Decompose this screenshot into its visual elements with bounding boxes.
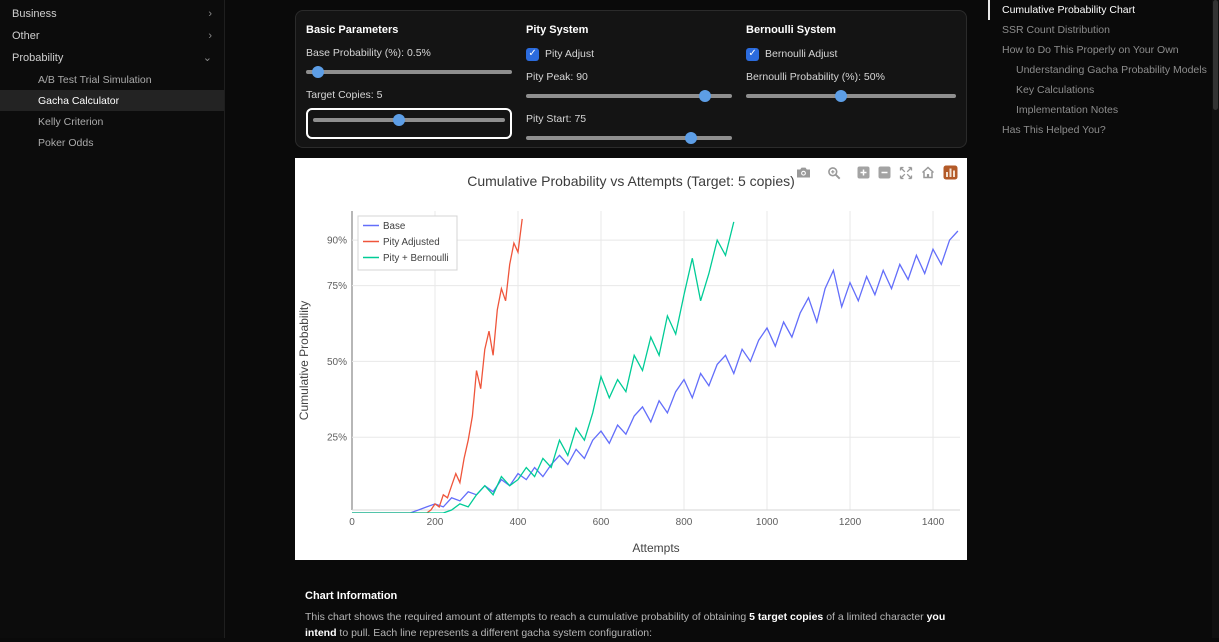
page-scrollbar[interactable] <box>1212 0 1219 638</box>
sidebar-item-ab-test-trial-simulation[interactable]: A/B Test Trial Simulation <box>0 69 224 90</box>
slider-thumb[interactable] <box>393 114 406 126</box>
app-root: Business › Other › Probability ⌄ A/B Tes… <box>0 0 1219 639</box>
camera-icon[interactable] <box>795 165 812 180</box>
svg-text:50%: 50% <box>327 357 347 368</box>
svg-text:Cumulative Probability vs Atte: Cumulative Probability vs Attempts (Targ… <box>467 173 795 189</box>
chart-information-text: This chart shows the required amount of … <box>305 609 955 642</box>
slider-track[interactable] <box>306 70 513 74</box>
toc-item-has-this-helped-you[interactable]: Has This Helped You? <box>988 120 1212 140</box>
pity-start-slider[interactable] <box>526 132 733 144</box>
pity-adjust-checkbox[interactable]: ✓ <box>526 47 540 61</box>
sidebar-item-poker-odds[interactable]: Poker Odds <box>0 132 224 153</box>
svg-text:Pity + Bernoulli: Pity + Bernoulli <box>383 253 449 264</box>
svg-text:25%: 25% <box>327 433 347 444</box>
base-probability-slider[interactable] <box>306 66 513 78</box>
svg-text:Pity Adjusted: Pity Adjusted <box>383 237 440 248</box>
slider-thumb[interactable] <box>684 132 697 144</box>
pity-adjust-row: ✓ Pity Adjust <box>526 47 732 61</box>
zoom-out-icon[interactable] <box>877 165 892 180</box>
pity-system-column: Pity System ✓ Pity Adjust Pity Peak: 90 … <box>526 24 733 144</box>
chevron-right-icon: › <box>208 29 212 42</box>
target-copies-label: Target Copies: 5 <box>306 89 383 101</box>
pity-peak-label: Pity Peak: 90 <box>526 71 588 83</box>
bernoulli-adjust-checkbox[interactable]: ✓ <box>746 47 760 61</box>
info-text-segment: This chart shows the required amount of … <box>305 611 750 623</box>
sidebar-group-label: Probability <box>12 52 64 64</box>
svg-text:800: 800 <box>676 517 693 528</box>
pity-system-title: Pity System <box>526 24 589 36</box>
sidebar-item-gacha-calculator[interactable]: Gacha Calculator <box>0 90 224 111</box>
bernoulli-adjust-label: Bernoulli Adjust <box>765 48 838 60</box>
svg-text:1200: 1200 <box>839 517 862 528</box>
toc-item-implementation-notes[interactable]: Implementation Notes <box>988 100 1212 120</box>
slider-track[interactable] <box>313 118 506 122</box>
basic-parameters-column: Basic Parameters Base Probability (%): 0… <box>306 24 513 139</box>
chevron-down-icon: ⌄ <box>202 51 212 64</box>
slider-thumb[interactable] <box>834 90 847 102</box>
toc-item-ssr-count-distribution[interactable]: SSR Count Distribution <box>988 20 1212 40</box>
toc-item-how-to-do-this-properly[interactable]: How to Do This Properly on Your Own <box>988 40 1212 60</box>
bernoulli-system-column: Bernoulli System ✓ Bernoulli Adjust Bern… <box>746 24 956 137</box>
slider-track[interactable] <box>526 136 733 140</box>
basic-parameters-title: Basic Parameters <box>306 24 399 36</box>
svg-text:600: 600 <box>593 517 610 528</box>
info-text-segment: to pull. Each line represents a differen… <box>336 627 653 640</box>
sidebar-item-kelly-criterion[interactable]: Kelly Criterion <box>0 111 224 132</box>
bernoulli-adjust-row: ✓ Bernoulli Adjust <box>746 47 956 61</box>
check-icon: ✓ <box>748 48 757 59</box>
sidebar-group-label: Business <box>12 8 57 20</box>
chevron-right-icon: › <box>208 7 212 20</box>
toc-item-key-calculations[interactable]: Key Calculations <box>988 80 1212 100</box>
info-text-bold-segment: 5 target copies <box>749 611 824 623</box>
svg-text:1400: 1400 <box>922 517 945 528</box>
zoom-in-icon[interactable] <box>856 165 871 180</box>
check-icon: ✓ <box>528 48 537 59</box>
bernoulli-system-title: Bernoulli System <box>746 24 836 36</box>
svg-text:1000: 1000 <box>756 517 779 528</box>
svg-text:90%: 90% <box>327 236 347 247</box>
table-of-contents: Cumulative Probability Chart SSR Count D… <box>988 0 1212 140</box>
sidebar-group-business[interactable]: Business › <box>0 3 224 25</box>
sidebar-group-label: Other <box>12 30 40 42</box>
svg-text:Attempts: Attempts <box>632 541 679 555</box>
target-copies-slider[interactable] <box>313 114 506 126</box>
controls-panel: Basic Parameters Base Probability (%): 0… <box>295 10 967 148</box>
left-sidebar: Business › Other › Probability ⌄ A/B Tes… <box>0 0 225 638</box>
chart-information-title: Chart Information <box>305 590 398 602</box>
base-probability-label: Base Probability (%): 0.5% <box>306 47 431 59</box>
pity-start-label: Pity Start: 75 <box>526 113 587 125</box>
toc-item-cumulative-probability-chart[interactable]: Cumulative Probability Chart <box>988 0 1212 20</box>
svg-text:Base: Base <box>383 221 406 232</box>
slider-track[interactable] <box>746 94 956 98</box>
target-copies-focus-ring <box>306 108 513 139</box>
plotly-modebar <box>795 164 959 181</box>
main-content: Basic Parameters Base Probability (%): 0… <box>295 10 967 639</box>
zoom-icon[interactable] <box>826 165 842 181</box>
info-text-segment: of a limited character <box>823 611 927 623</box>
pity-adjust-label: Pity Adjust <box>545 48 595 60</box>
plotly-logo-icon[interactable] <box>942 164 959 181</box>
reset-axes-home-icon[interactable] <box>920 165 936 180</box>
chart-information-section: Chart Information This chart shows the r… <box>305 590 955 642</box>
sidebar-group-other[interactable]: Other › <box>0 25 224 47</box>
scrollbar-thumb[interactable] <box>1213 0 1218 110</box>
cumulative-probability-chart[interactable]: 0 200 400 600 800 1000 1200 1400 25% 50% 75% 90% Cum… <box>295 158 967 560</box>
svg-text:0: 0 <box>349 517 355 528</box>
toc-item-understanding-gacha-probability-models[interactable]: Understanding Gacha Probability Models <box>988 60 1212 80</box>
svg-text:Cumulative Probability: Cumulative Probability <box>297 301 311 420</box>
sidebar-group-probability[interactable]: Probability ⌄ <box>0 47 224 69</box>
bernoulli-probability-slider[interactable] <box>746 90 956 102</box>
chart-panel: 0 200 400 600 800 1000 1200 1400 25% 50% 75% 90% Cum… <box>295 158 967 560</box>
pity-peak-slider[interactable] <box>526 90 733 102</box>
bernoulli-probability-label: Bernoulli Probability (%): 50% <box>746 71 885 83</box>
slider-thumb[interactable] <box>312 66 325 78</box>
slider-thumb[interactable] <box>699 90 712 102</box>
svg-text:75%: 75% <box>327 281 347 292</box>
svg-text:400: 400 <box>510 517 527 528</box>
svg-text:200: 200 <box>427 517 444 528</box>
autoscale-icon[interactable] <box>898 165 914 181</box>
